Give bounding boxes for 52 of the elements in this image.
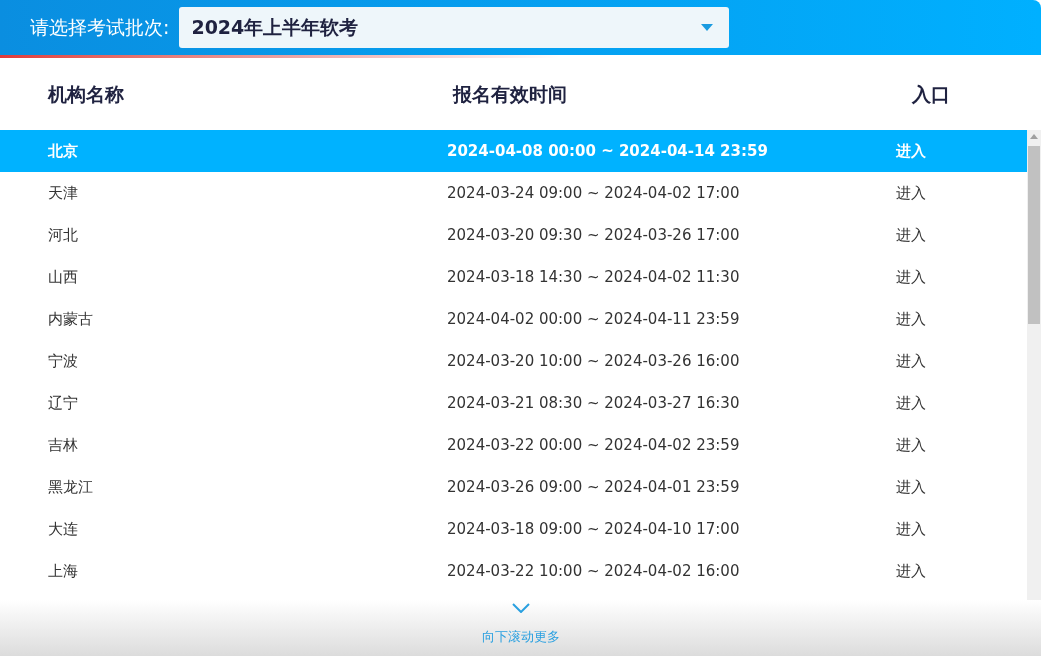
table-row[interactable]: 上海 2024-03-22 10:00 ~ 2024-04-02 16:00 进入 xyxy=(0,550,1027,592)
column-header: 机构名称 xyxy=(48,82,124,105)
institution-name: 内蒙古 xyxy=(48,309,93,328)
enter-link[interactable]: 进入 xyxy=(896,435,926,454)
institution-name: 大连 xyxy=(48,519,78,538)
table-row[interactable]: 吉林 2024-03-22 00:00 ~ 2024-04-02 23:59 进入 xyxy=(0,424,1027,466)
institution-name: 宁波 xyxy=(48,351,78,370)
scrollbar-thumb[interactable] xyxy=(1028,146,1040,324)
registration-period: 2024-04-02 00:00 ~ 2024-04-11 23:59 xyxy=(447,309,740,328)
registration-period: 2024-03-21 08:30 ~ 2024-03-27 16:30 xyxy=(447,393,740,412)
scroll-up-arrow-icon[interactable] xyxy=(1030,134,1038,139)
registration-period: 2024-03-20 09:30 ~ 2024-03-26 17:00 xyxy=(447,225,740,244)
table-row[interactable]: 天津 2024-03-24 09:00 ~ 2024-04-02 17:00 进入 xyxy=(0,172,1027,214)
registration-period: 2024-03-22 10:00 ~ 2024-04-02 16:00 xyxy=(447,561,740,580)
scrollbar[interactable] xyxy=(1027,130,1041,600)
table-row[interactable]: 黑龙江 2024-03-26 09:00 ~ 2024-04-01 23:59 进入 xyxy=(0,466,1027,508)
institution-name: 吉林 xyxy=(48,435,78,454)
registration-period: 2024-03-20 10:00 ~ 2024-03-26 16:00 xyxy=(447,351,740,370)
enter-link[interactable]: 进入 xyxy=(896,393,926,412)
enter-link[interactable]: 进入 xyxy=(896,225,926,244)
registration-period: 2024-03-22 00:00 ~ 2024-04-02 23:59 xyxy=(447,435,740,454)
caret-icon xyxy=(701,24,714,31)
enter-link[interactable]: 进入 xyxy=(896,183,926,202)
institution-name: 河北 xyxy=(48,225,78,244)
registration-period: 2024-03-24 09:00 ~ 2024-04-02 17:00 xyxy=(447,183,740,202)
institution-name: 天津 xyxy=(48,183,78,202)
enter-link[interactable]: 进入 xyxy=(896,477,926,496)
registration-period: 2024-04-08 00:00 ~ 2024-04-14 23:59 xyxy=(447,141,768,160)
enter-link[interactable]: 进入 xyxy=(896,561,926,580)
column-header: 入口 xyxy=(912,82,950,105)
enter-link[interactable]: 进入 xyxy=(896,309,926,328)
institution-name: 黑龙江 xyxy=(48,477,93,496)
table-row[interactable]: 宁波 2024-03-20 10:00 ~ 2024-03-26 16:00 进入 xyxy=(0,340,1027,382)
column-header: 报名有效时间 xyxy=(453,82,567,105)
registration-period: 2024-03-26 09:00 ~ 2024-04-01 23:59 xyxy=(447,477,740,496)
enter-link[interactable]: 进入 xyxy=(896,351,926,370)
institution-name: 山西 xyxy=(48,267,78,286)
table-row[interactable]: 河北 2024-03-20 09:30 ~ 2024-03-26 17:00 进入 xyxy=(0,214,1027,256)
enter-link[interactable]: 进入 xyxy=(896,267,926,286)
table-row[interactable]: 内蒙古 2024-04-02 00:00 ~ 2024-04-11 23:59 进入 xyxy=(0,298,1027,340)
enter-link[interactable]: 进入 xyxy=(896,519,926,538)
chevron-down-icon[interactable] xyxy=(511,603,530,613)
institution-name: 上海 xyxy=(48,561,78,580)
registration-period: 2024-03-18 09:00 ~ 2024-04-10 17:00 xyxy=(447,519,740,538)
institution-name: 北京 xyxy=(48,141,78,160)
table-row[interactable]: 辽宁 2024-03-21 08:30 ~ 2024-03-27 16:30 进入 xyxy=(0,382,1027,424)
table-row[interactable]: 山西 2024-03-18 14:30 ~ 2024-04-02 11:30 进入 xyxy=(0,256,1027,298)
institution-name: 辽宁 xyxy=(48,393,78,412)
batch-label: 请选择考试批次: xyxy=(30,15,170,41)
table-row[interactable]: 大连 2024-03-18 09:00 ~ 2024-04-10 17:00 进入 xyxy=(0,508,1027,550)
batch-dropdown[interactable]: 2024年上半年软考 xyxy=(179,7,730,48)
registration-period: 2024-03-18 14:30 ~ 2024-04-02 11:30 xyxy=(447,267,740,286)
